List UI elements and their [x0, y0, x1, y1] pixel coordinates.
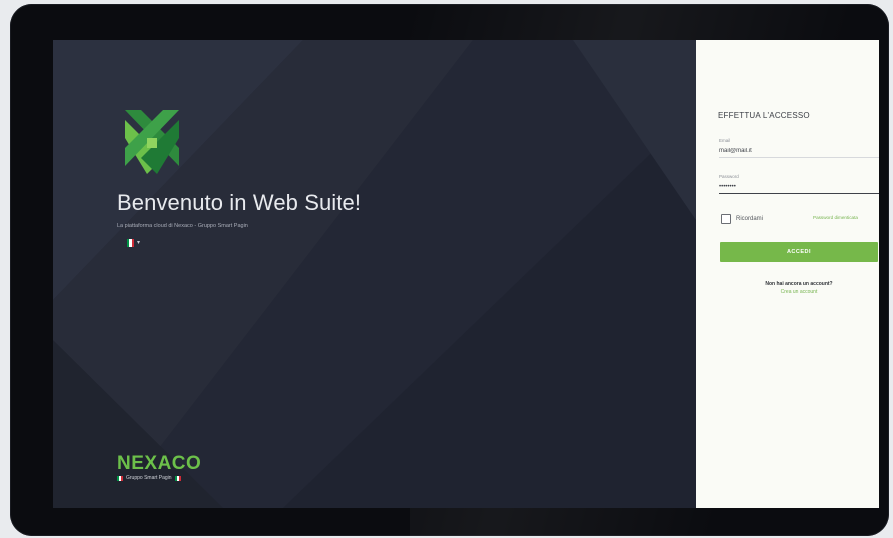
italian-flag-icon: [174, 475, 181, 481]
login-panel: EFFETTUA L'ACCESSO Email Password Ricord…: [696, 40, 879, 508]
login-title: EFFETTUA L'ACCESSO: [718, 111, 810, 120]
email-field-group: Email: [719, 138, 879, 158]
device-frame: Benvenuto in Web Suite! La piattaforma c…: [10, 4, 889, 536]
welcome-subtitle: La piattaforma cloud di Nexaco - Gruppo …: [117, 223, 248, 229]
password-field-group: Password: [719, 174, 879, 194]
remember-me-checkbox[interactable]: [721, 214, 731, 224]
create-account-link[interactable]: Crea un account: [720, 289, 878, 295]
email-label: Email: [719, 138, 731, 143]
language-selector[interactable]: ▾: [127, 239, 140, 247]
brand-logo: NEXACO Gruppo Smart Pagin: [117, 454, 201, 481]
italian-flag-icon: [117, 475, 123, 481]
chevron-down-icon: ▾: [137, 240, 141, 246]
forgot-password-link[interactable]: Password dimenticata: [813, 215, 858, 220]
app-screen: Benvenuto in Web Suite! La piattaforma c…: [53, 40, 879, 508]
login-button[interactable]: ACCEDI: [720, 242, 878, 262]
nexaco-x-logo: [125, 110, 179, 174]
brand-name: NEXACO: [117, 453, 202, 474]
welcome-title: Benvenuto in Web Suite!: [117, 190, 362, 215]
password-field[interactable]: [719, 181, 879, 194]
brand-tagline: Gruppo Smart Pagin: [126, 475, 172, 481]
brand-tagline-row: Gruppo Smart Pagin: [117, 475, 201, 481]
email-field[interactable]: [719, 145, 879, 158]
remember-me-toggle[interactable]: Ricordami: [721, 214, 763, 224]
password-label: Password: [719, 174, 739, 179]
no-account-text: Non hai ancora un account?: [765, 281, 833, 287]
remember-me-label: Ricordami: [736, 216, 764, 222]
welcome-hero: Benvenuto in Web Suite! La piattaforma c…: [53, 40, 696, 508]
italian-flag-icon: [127, 239, 134, 247]
